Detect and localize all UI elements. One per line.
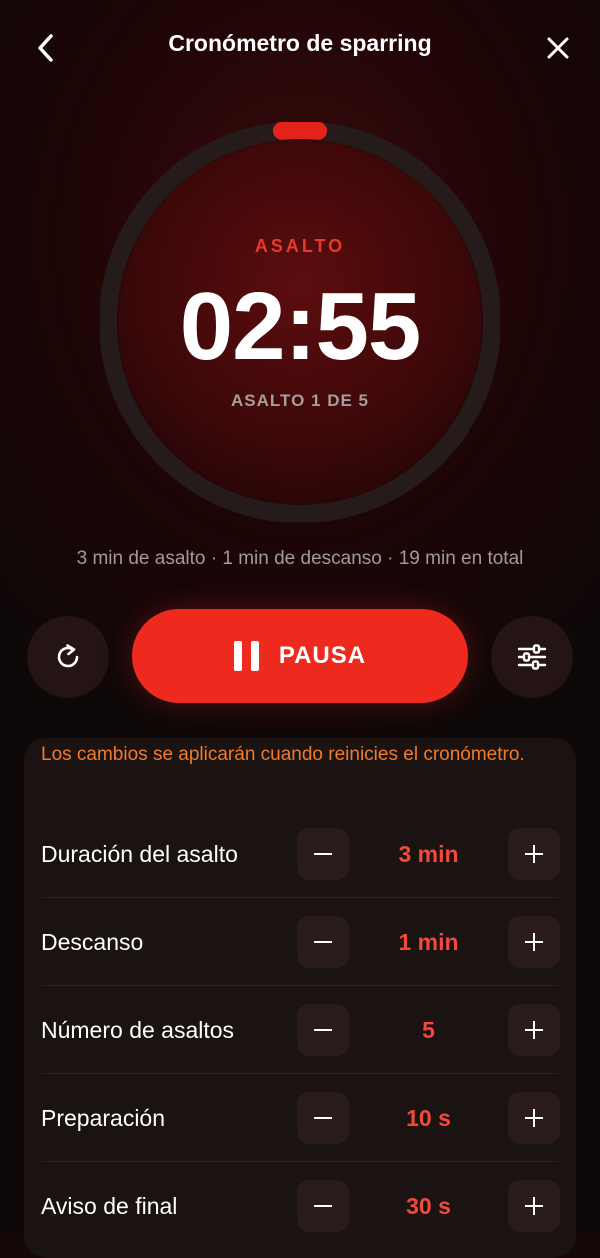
setting-value: 10 s [406, 1105, 451, 1131]
timer-display: 02:55 [179, 273, 422, 380]
minus-icon [314, 853, 332, 855]
round-counter: ASALTO 1 DE 5 [230, 391, 369, 410]
decrement-round-duration-button[interactable] [297, 828, 349, 880]
pause-icon [233, 641, 259, 671]
increment-preparation-button[interactable] [508, 1092, 560, 1144]
decrement-end-warning-button[interactable] [297, 1180, 349, 1232]
setting-row-rest: Descanso 1 min [24, 898, 576, 986]
settings-panel: Los cambios se aplicarán cuando reinicie… [24, 738, 576, 1258]
setting-label: Preparación [41, 1105, 166, 1131]
ring-progress [272, 122, 328, 140]
minus-icon [314, 1117, 332, 1119]
increment-end-warning-button[interactable] [508, 1180, 560, 1232]
pause-label: PAUSA [278, 642, 367, 669]
page-title: Cronómetro de sparring [168, 30, 432, 56]
minus-icon [314, 941, 332, 943]
decrement-preparation-button[interactable] [297, 1092, 349, 1144]
minus-icon [314, 1029, 332, 1031]
sliders-icon [517, 644, 547, 670]
pause-button[interactable]: PAUSA [132, 609, 468, 703]
setting-label: Duración del asalto [41, 841, 238, 867]
setting-label: Aviso de final [41, 1193, 178, 1219]
settings-button[interactable] [491, 616, 573, 698]
reset-button[interactable] [27, 616, 109, 698]
setting-row-round-count: Número de asaltos 5 [24, 986, 576, 1074]
settings-notice: Los cambios se aplicarán cuando reinicie… [41, 744, 525, 765]
minus-icon [314, 1205, 332, 1207]
close-button[interactable] [538, 28, 578, 68]
setting-value: 1 min [398, 929, 459, 955]
setting-value: 3 min [398, 841, 459, 867]
setting-row-end-warning: Aviso de final 30 s [24, 1162, 576, 1250]
setting-value: 5 [422, 1017, 435, 1043]
header: Cronómetro de sparring [0, 0, 600, 96]
setting-row-preparation: Preparación 10 s [24, 1074, 576, 1162]
round-label: ASALTO [254, 236, 346, 256]
setting-row-round-duration: Duración del asalto 3 min [24, 810, 576, 898]
setting-value: 30 s [406, 1193, 451, 1219]
close-icon [547, 37, 569, 59]
increment-round-count-button[interactable] [508, 1004, 560, 1056]
refresh-icon [57, 644, 79, 668]
decrement-round-count-button[interactable] [297, 1004, 349, 1056]
setting-label: Descanso [41, 929, 144, 955]
setting-label: Número de asaltos [41, 1017, 235, 1043]
increment-round-duration-button[interactable] [508, 828, 560, 880]
decrement-rest-button[interactable] [297, 916, 349, 968]
session-summary: 3 min de asalto · 1 min de descanso · 19… [76, 548, 524, 569]
increment-rest-button[interactable] [508, 916, 560, 968]
